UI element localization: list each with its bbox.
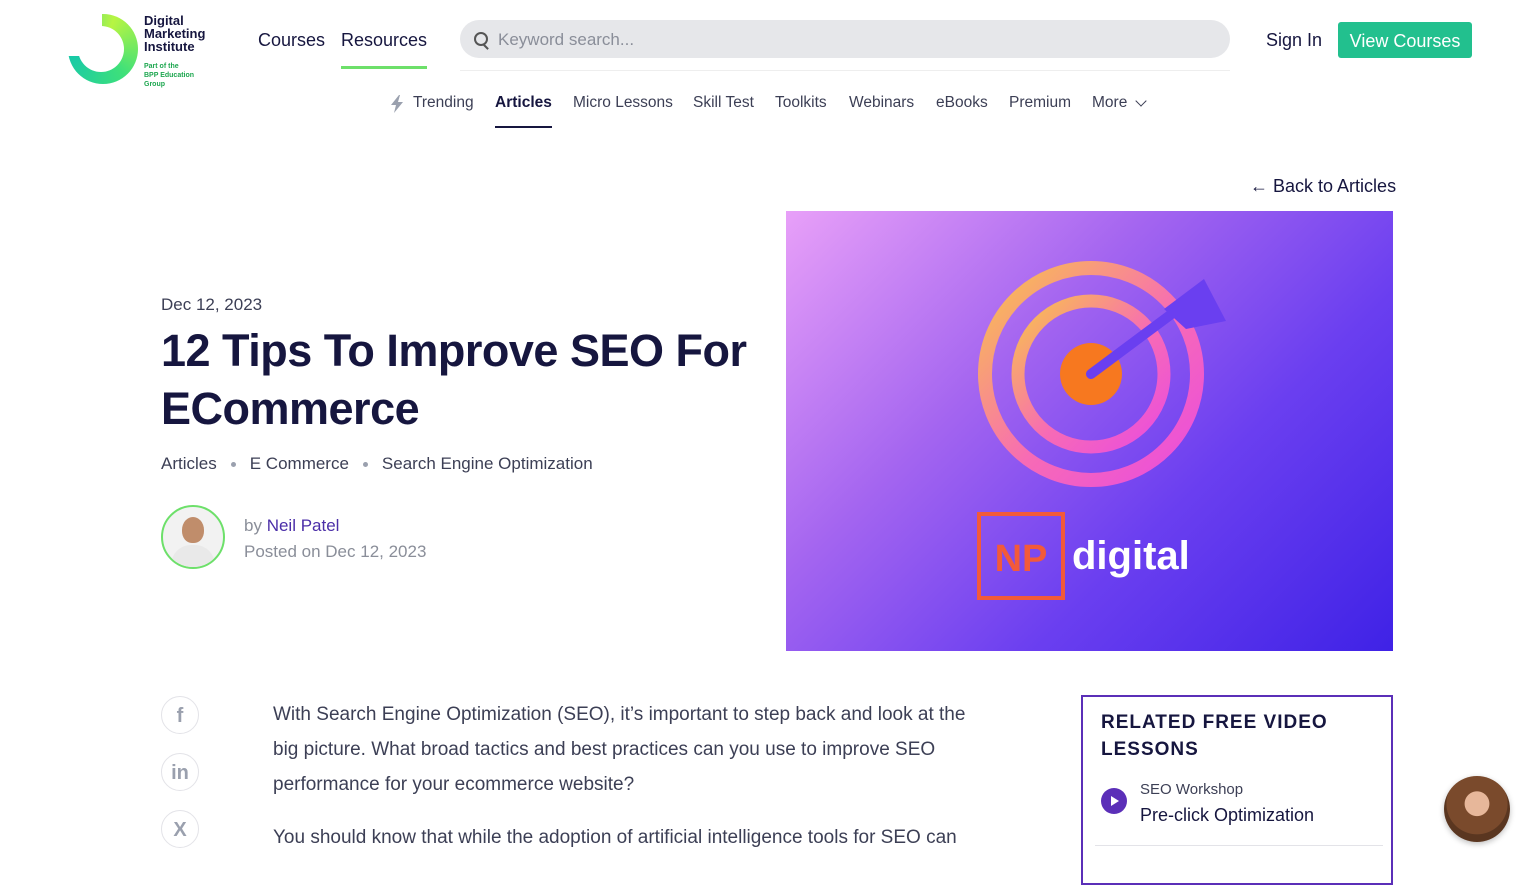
nav-courses[interactable]: Courses	[258, 30, 325, 51]
sub-nav: Trending Articles Micro Lessons Skill Te…	[0, 92, 1536, 132]
facebook-icon: f	[176, 705, 184, 727]
facebook-share-button[interactable]: f	[161, 696, 199, 734]
sign-in-link[interactable]: Sign In	[1266, 30, 1322, 51]
article-paragraph: You should know that while the adoption …	[273, 827, 957, 848]
article-tags: Articles E Commerce Search Engine Optimiza…	[161, 454, 593, 474]
author-byline: by Neil Patel	[244, 516, 340, 535]
author-avatar[interactable]	[161, 505, 225, 569]
linkedin-icon: in	[171, 762, 189, 784]
tag-ecommerce[interactable]: E Commerce	[250, 454, 349, 473]
posted-date: Posted on Dec 12, 2023	[244, 542, 427, 561]
tab-more[interactable]: More	[1092, 94, 1127, 112]
hero-image: NP digital	[786, 211, 1393, 651]
article-title: 12 Tips To Improve SEO For ECommerce	[161, 325, 747, 434]
search-bar[interactable]	[460, 20, 1230, 60]
author-link[interactable]: Neil Patel	[267, 516, 340, 535]
hero-logo-np: NP	[995, 538, 1048, 580]
back-to-articles-link[interactable]: ← Back to Articles	[1250, 176, 1396, 197]
related-lessons-title: RELATED FREE VIDEO LESSONS	[1101, 712, 1328, 760]
search-icon	[474, 32, 488, 46]
tab-trending[interactable]: Trending	[413, 94, 474, 112]
hero-logo-digital: digital	[1072, 534, 1190, 578]
tab-skill-test[interactable]: Skill Test	[693, 94, 754, 112]
related-lessons-panel: RELATED FREE VIDEO LESSONS SEO Workshop …	[1081, 695, 1393, 885]
tab-ebooks[interactable]: eBooks	[936, 94, 988, 112]
tab-toolkits[interactable]: Toolkits	[775, 94, 827, 112]
linkedin-share-button[interactable]: in	[161, 753, 199, 791]
view-courses-button[interactable]: View Courses	[1338, 22, 1472, 58]
logo-text: Digital Marketing Institute	[144, 13, 206, 54]
arrow-left-icon: ←	[1250, 176, 1268, 196]
tag-seo[interactable]: Search Engine Optimization	[382, 454, 593, 473]
logo-subtext: Part of the BPP Education Group	[144, 63, 195, 88]
target-arrow-illustration: NP digital	[977, 261, 1226, 600]
article-paragraph: With Search Engine Optimization (SEO), i…	[273, 704, 966, 795]
play-icon	[1101, 788, 1127, 814]
x-share-button[interactable]: X	[161, 810, 199, 848]
nav-resources[interactable]: Resources	[341, 30, 428, 69]
x-icon: X	[173, 819, 187, 841]
header-divider	[460, 70, 1230, 71]
logo[interactable]: Digital Marketing Institute Part of the …	[68, 12, 218, 88]
search-input[interactable]	[496, 20, 1200, 60]
tab-articles[interactable]: Articles	[495, 94, 552, 128]
tab-premium[interactable]: Premium	[1009, 94, 1071, 112]
lesson-kicker: SEO Workshop	[1140, 781, 1244, 798]
lesson-title: Pre-click Optimization	[1140, 805, 1315, 825]
chat-assistant-avatar[interactable]	[1444, 776, 1510, 842]
tag-articles[interactable]: Articles	[161, 454, 217, 473]
site-header: Digital Marketing Institute Part of the …	[0, 0, 1536, 88]
tab-micro-lessons[interactable]: Micro Lessons	[573, 94, 673, 112]
article-date: Dec 12, 2023	[161, 295, 263, 314]
tab-webinars[interactable]: Webinars	[849, 94, 914, 112]
